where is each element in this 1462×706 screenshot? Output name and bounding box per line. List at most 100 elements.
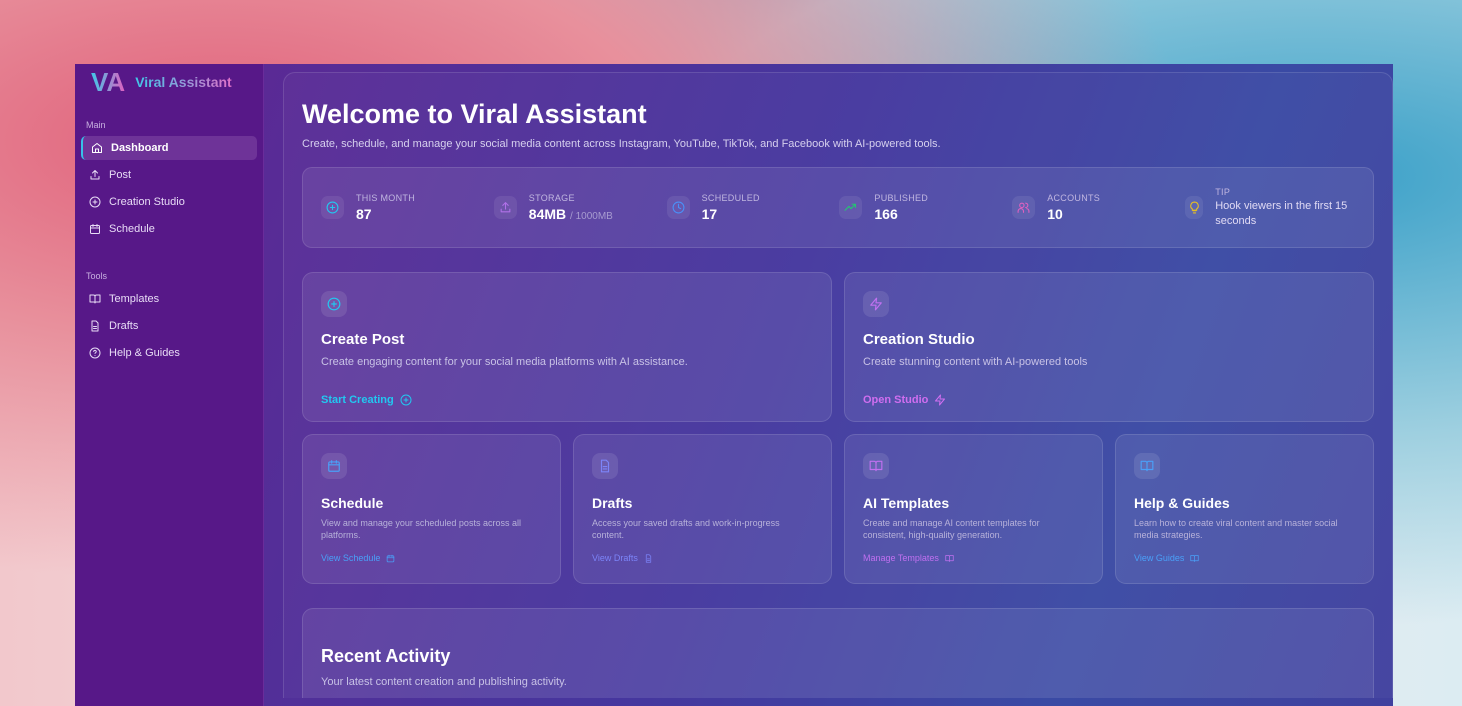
sidebar-item-templates[interactable]: Templates <box>81 287 257 311</box>
card-title: Drafts <box>592 495 813 511</box>
lightbulb-icon <box>1185 196 1203 219</box>
ai-templates-card[interactable]: AI Templates Create and manage AI content… <box>844 434 1103 584</box>
stat-accounts: ACCOUNTS 10 <box>1012 193 1185 222</box>
clock-icon <box>667 196 690 219</box>
calendar-icon <box>321 453 347 479</box>
sidebar-item-label: Dashboard <box>111 142 168 154</box>
stat-label: PUBLISHED <box>874 193 928 203</box>
schedule-card[interactable]: Schedule View and manage your scheduled p… <box>302 434 561 584</box>
view-drafts-link[interactable]: View Drafts <box>592 553 653 563</box>
card-title: Creation Studio <box>863 331 1355 348</box>
sidebar-item-label: Drafts <box>109 320 138 332</box>
trending-up-icon <box>839 196 862 219</box>
sidebar-item-post[interactable]: Post <box>81 163 257 187</box>
app-name: Viral Assistant <box>135 74 232 90</box>
stat-value: 10 <box>1047 206 1100 222</box>
sidebar-item-help[interactable]: Help & Guides <box>81 341 257 365</box>
dashboard-panel: Welcome to Viral Assistant Create, sched… <box>283 72 1393 698</box>
zap-icon <box>934 394 946 406</box>
main-content: Welcome to Viral Assistant Create, sched… <box>264 64 1393 706</box>
book-open-icon <box>945 554 954 563</box>
card-description: View and manage your scheduled posts acr… <box>321 517 542 541</box>
card-description: Learn how to create viral content and ma… <box>1134 517 1355 541</box>
drafts-card[interactable]: Drafts Access your saved drafts and work-… <box>573 434 832 584</box>
book-open-icon <box>1134 453 1160 479</box>
file-text-icon <box>644 554 653 563</box>
upload-icon <box>494 196 517 219</box>
stat-scheduled: SCHEDULED 17 <box>667 193 840 222</box>
card-title: Help & Guides <box>1134 495 1355 511</box>
app-window: VAViral Assistant Main Dashboard Post Cr… <box>75 64 1393 706</box>
manage-templates-link[interactable]: Manage Templates <box>863 553 954 563</box>
logo-mark: VA <box>91 67 125 98</box>
sidebar-item-schedule[interactable]: Schedule <box>81 217 257 241</box>
stat-label: THIS MONTH <box>356 193 415 203</box>
sidebar-item-drafts[interactable]: Drafts <box>81 314 257 338</box>
stat-label: ACCOUNTS <box>1047 193 1100 203</box>
stat-this-month: THIS MONTH 87 <box>321 193 494 222</box>
stat-label: TIP <box>1215 187 1355 197</box>
plus-circle-icon <box>321 196 344 219</box>
help-circle-icon <box>89 347 101 359</box>
stat-label: STORAGE <box>529 193 613 203</box>
view-guides-link[interactable]: View Guides <box>1134 553 1199 563</box>
card-title: AI Templates <box>863 495 1084 511</box>
book-open-icon <box>89 293 101 305</box>
stats-bar: THIS MONTH87 STORAGE84MB / 1000MB SCHEDU… <box>302 167 1374 248</box>
book-open-icon <box>1190 554 1199 563</box>
sidebar-item-creation-studio[interactable]: Creation Studio <box>81 190 257 214</box>
logo[interactable]: VAViral Assistant <box>81 72 257 92</box>
plus-circle-icon <box>400 394 412 406</box>
section-title: Recent Activity <box>321 645 1355 667</box>
stat-published: PUBLISHED 166 <box>839 193 1012 222</box>
calendar-icon <box>89 223 101 235</box>
file-text-icon <box>89 320 101 332</box>
link-label: Open Studio <box>863 394 928 406</box>
stat-label: SCHEDULED <box>702 193 760 203</box>
card-title: Create Post <box>321 331 813 348</box>
page-subtitle: Create, schedule, and manage your social… <box>302 138 1374 151</box>
create-post-card[interactable]: Create Post Create engaging content for y… <box>302 272 832 422</box>
stat-storage: STORAGE84MB / 1000MB <box>494 193 667 222</box>
creation-studio-card[interactable]: Creation Studio Create stunning content w… <box>844 272 1374 422</box>
sidebar-item-dashboard[interactable]: Dashboard <box>81 136 257 160</box>
help-guides-card[interactable]: Help & Guides Learn how to create viral c… <box>1115 434 1374 584</box>
sidebar-item-label: Post <box>109 169 131 181</box>
card-description: Create engaging content for your social … <box>321 356 813 368</box>
sidebar-item-label: Templates <box>109 293 159 305</box>
upload-icon <box>89 169 101 181</box>
card-description: Access your saved drafts and work-in-pro… <box>592 517 813 541</box>
sidebar-item-label: Schedule <box>109 223 155 235</box>
plus-circle-icon <box>321 291 347 317</box>
open-studio-link[interactable]: Open Studio <box>863 394 946 406</box>
calendar-icon <box>386 554 395 563</box>
book-open-icon <box>863 453 889 479</box>
card-description: Create and manage AI content templates f… <box>863 517 1084 541</box>
view-schedule-link[interactable]: View Schedule <box>321 553 395 563</box>
stat-value: 84MB <box>529 206 566 222</box>
home-icon <box>91 142 103 154</box>
zap-icon <box>863 291 889 317</box>
page-title: Welcome to Viral Assistant <box>302 99 1374 130</box>
stat-value: 166 <box>874 206 928 222</box>
link-label: View Schedule <box>321 553 380 563</box>
card-title: Schedule <box>321 495 542 511</box>
sidebar-item-label: Creation Studio <box>109 196 185 208</box>
link-label: View Guides <box>1134 553 1184 563</box>
recent-activity-section: Recent Activity Your latest content crea… <box>302 608 1374 698</box>
sidebar-item-label: Help & Guides <box>109 347 180 359</box>
stat-tip: TIPHook viewers in the first 15 seconds <box>1185 187 1355 229</box>
users-icon <box>1012 196 1035 219</box>
sidebar: VAViral Assistant Main Dashboard Post Cr… <box>75 64 264 706</box>
start-creating-link[interactable]: Start Creating <box>321 394 412 406</box>
plus-circle-icon <box>89 196 101 208</box>
stat-value: 87 <box>356 206 415 222</box>
file-text-icon <box>592 453 618 479</box>
card-description: Create stunning content with AI-powered … <box>863 356 1355 368</box>
link-label: Start Creating <box>321 394 394 406</box>
stat-value: 17 <box>702 206 760 222</box>
link-label: View Drafts <box>592 553 638 563</box>
section-label-main: Main <box>81 120 257 130</box>
section-label-tools: Tools <box>81 271 257 281</box>
section-subtitle: Your latest content creation and publish… <box>321 676 1355 689</box>
